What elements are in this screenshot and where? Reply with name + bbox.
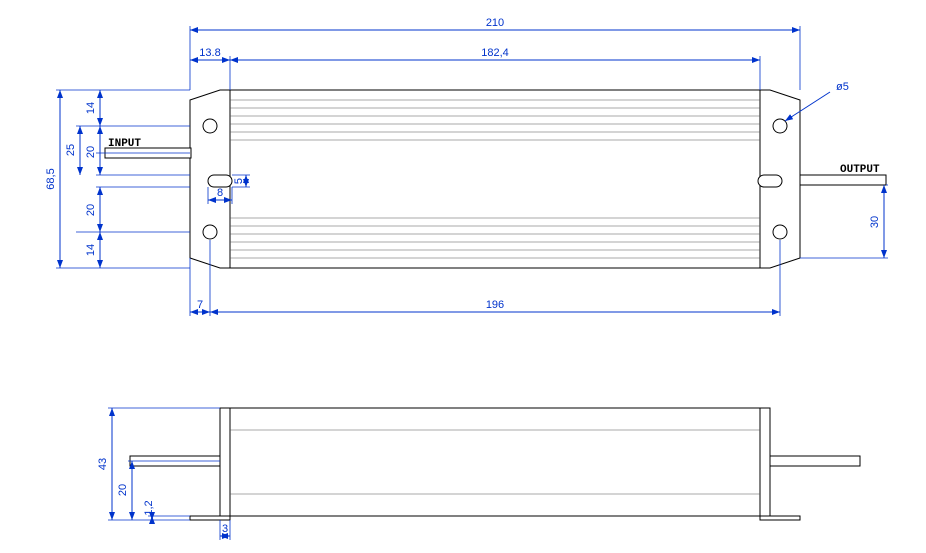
dim-slot-width: 8 xyxy=(217,187,223,199)
dim-output-offset: 30 xyxy=(869,216,881,228)
dim-holes-vert: 25 xyxy=(65,144,77,156)
input-label: INPUT xyxy=(108,138,141,150)
side-view: 43 20 1,2 3 xyxy=(97,408,860,540)
mounting-hole-br xyxy=(773,225,787,239)
slot-right xyxy=(758,175,782,187)
dim-side-cable: 20 xyxy=(117,484,129,496)
input-cable: INPUT xyxy=(105,138,191,158)
dim-overall-width: 68,5 xyxy=(45,168,57,189)
dim-bottom-margin: 14 xyxy=(85,244,97,256)
dim-side-height: 43 xyxy=(97,458,109,470)
dim-gap-b: 20 xyxy=(85,204,97,216)
slot-left xyxy=(208,175,232,187)
output-cable: OUTPUT xyxy=(800,164,886,185)
output-label: OUTPUT xyxy=(840,164,880,176)
dim-slot-gap: 5 xyxy=(233,178,245,184)
dim-hole-edge-offset: 7 xyxy=(197,299,203,311)
dim-finned-length: 182,4 xyxy=(481,47,509,59)
side-output-cable xyxy=(770,456,860,466)
dim-flange-inset: 13.8 xyxy=(199,47,220,59)
dim-top-margin: 14 xyxy=(85,102,97,114)
dim-foot-width: 3 xyxy=(222,523,228,535)
top-view: INPUT OUTPUT 210 182,4 13.8 196 7 xyxy=(45,17,888,316)
mounting-hole-tl xyxy=(203,119,217,133)
dim-hole-dia: ø5 xyxy=(836,81,849,93)
dim-gap-a: 20 xyxy=(85,146,97,158)
dim-overall-length: 210 xyxy=(486,17,504,29)
mounting-hole-bl xyxy=(203,225,217,239)
dim-hole-pitch-length: 196 xyxy=(486,299,504,311)
mechanical-drawing: INPUT OUTPUT 210 182,4 13.8 196 7 xyxy=(0,0,926,553)
mounting-hole-tr xyxy=(773,119,787,133)
dim-flange-thk: 1,2 xyxy=(143,500,155,515)
